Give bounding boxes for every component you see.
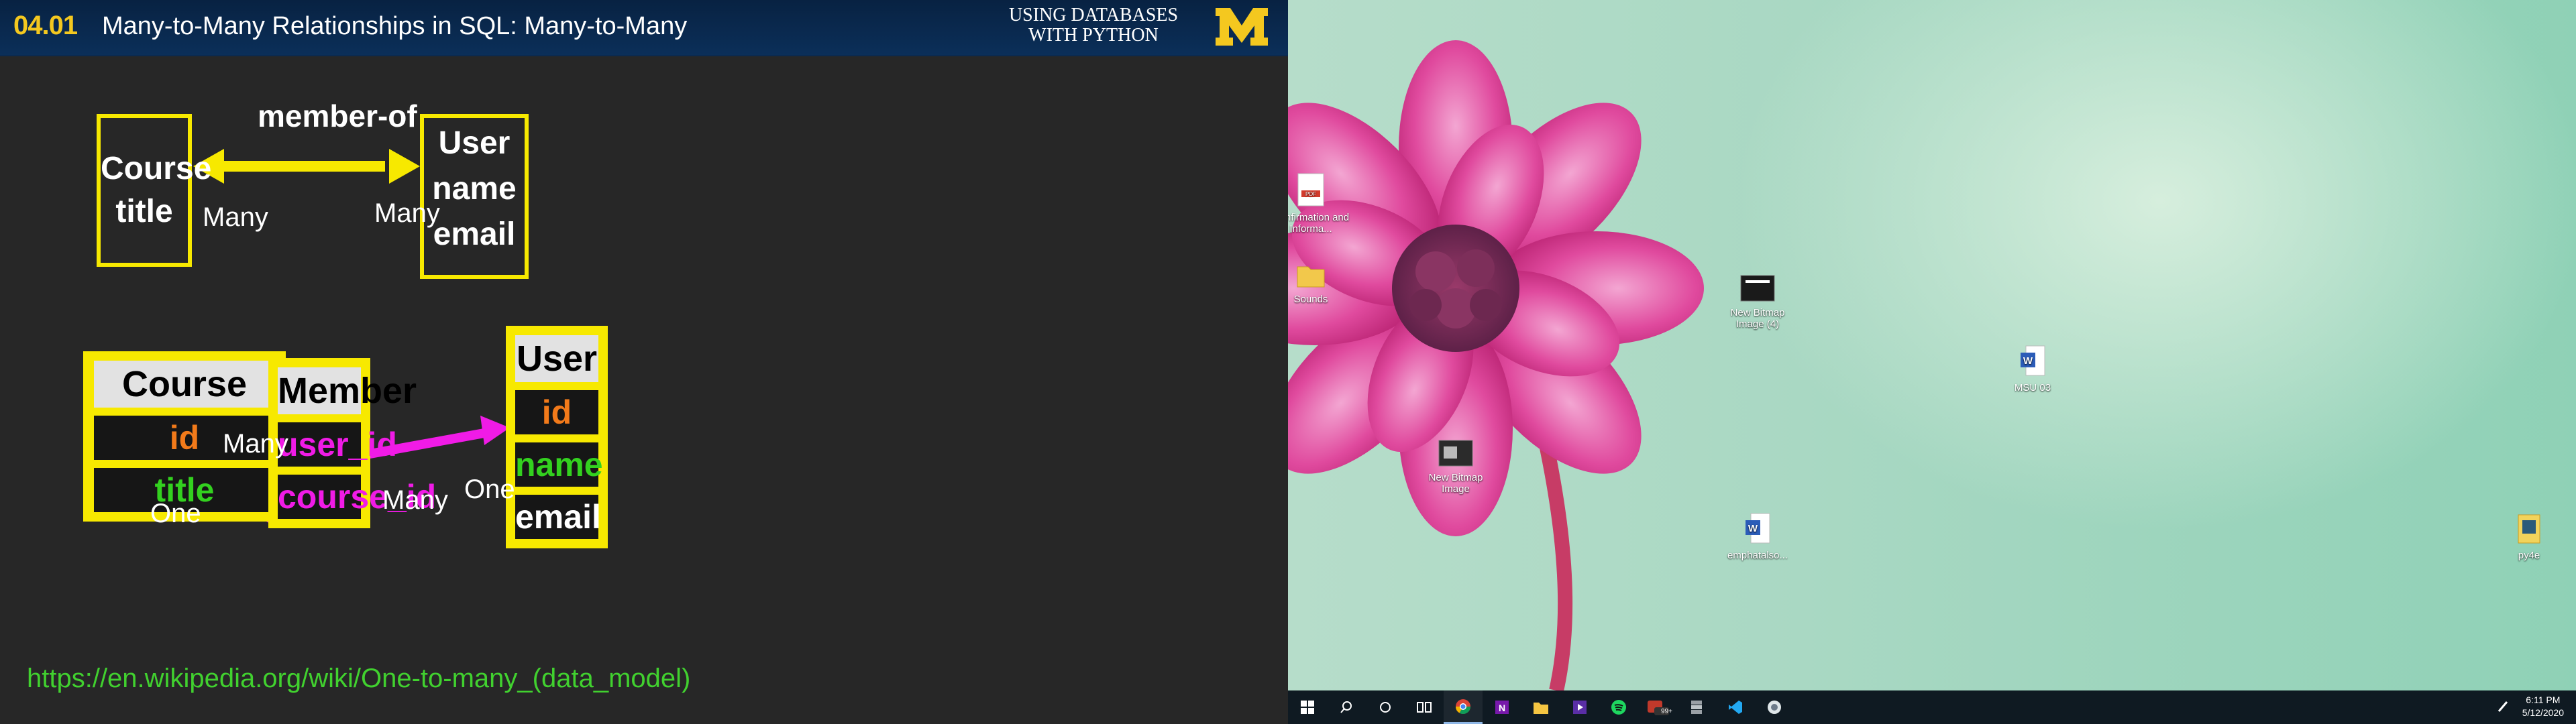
user-table-title: User (515, 335, 598, 382)
desktop-icon-emphatalso[interactable]: W emphatalso... (1717, 512, 1798, 561)
word-doc-icon: W (2021, 345, 2045, 376)
folder-icon (1297, 266, 1325, 288)
pen-workspace-icon[interactable] (2497, 700, 2509, 713)
member-table-title: Member (278, 367, 417, 414)
relation-label: member-of (258, 99, 417, 133)
mail-badge-count: 99+ (1661, 708, 1672, 715)
cortana-icon (1380, 702, 1391, 713)
svg-text:N: N (1499, 703, 1505, 713)
taskbar-spotify[interactable] (1599, 690, 1638, 724)
course-entity-box: Course title (97, 114, 212, 267)
member-user-id-field: user_id (278, 422, 397, 467)
presentation-slide: 04.01 Many-to-Many Relationships in SQL:… (0, 0, 1288, 724)
user-name-field: name (515, 442, 603, 487)
task-view-icon (1417, 702, 1432, 713)
bitmap-icon (1438, 440, 1473, 467)
member-of-arrow (193, 149, 420, 184)
user-email-field: email (515, 495, 601, 539)
bitmap-icon (1740, 275, 1775, 302)
left-cardinality-label: Many (203, 202, 268, 232)
taskbar-chrome[interactable] (1444, 690, 1483, 724)
course-one-label: One (150, 499, 201, 528)
desktop-icon-py4e[interactable]: py4e (2489, 514, 2569, 561)
desktop-icon-label: New Bitmap Image (1428, 472, 1483, 495)
taskbar-archive[interactable] (1677, 690, 1716, 724)
desktop-icon-label: New Bitmap Image (4) (1730, 307, 1785, 330)
clock-date: 5/12/2020 (2522, 707, 2564, 718)
course-entity-name: Course (101, 151, 212, 186)
spotify-icon (1611, 700, 1626, 715)
desktop-icon-msu[interactable]: W MSU 03 (1992, 345, 2073, 394)
svg-text:W: W (2023, 355, 2033, 367)
user-one-label: One (464, 475, 515, 504)
clock-time: 6:11 PM (2526, 695, 2561, 705)
desktop-icon-label: py4e (2518, 550, 2540, 561)
member-course-many-label: Many (223, 429, 288, 459)
start-button[interactable] (1288, 690, 1327, 724)
right-cardinality-label: Many (374, 198, 440, 228)
user-id-field: id (515, 390, 598, 434)
desktop-icon-label: Sounds (1293, 294, 1328, 305)
wikipedia-link[interactable]: https://en.wikipedia.org/wiki/One-to-man… (27, 664, 690, 694)
desktop-icon-confirmation[interactable]: PDF Confirmation and Informa... (1288, 173, 1351, 235)
task-view-button[interactable] (1405, 690, 1444, 724)
member-user-many-label: Many (382, 485, 448, 515)
taskbar-onenote[interactable]: N (1483, 690, 1521, 724)
search-button[interactable] (1327, 690, 1366, 724)
taskbar-misc-app[interactable] (1755, 690, 1794, 724)
pdf-icon: PDF (1297, 173, 1324, 206)
windows-desktop: PDF Confirmation and Informa... Sounds N… (1288, 0, 2576, 724)
course-entity-attr: title (115, 194, 173, 229)
taskbar-file-explorer[interactable] (1521, 690, 1560, 724)
desktop-icon-bitmap[interactable]: New Bitmap Image (1415, 440, 1496, 495)
user-entity-name: User (438, 125, 511, 161)
start-icon (1301, 701, 1314, 714)
desktop-icon-label: Confirmation and Informa... (1288, 212, 1350, 235)
cortana-button[interactable] (1366, 690, 1405, 724)
taskbar: N 99+ 6:11 PM 5/12/2020 (1288, 690, 2576, 724)
word-doc-icon: W (1746, 513, 1770, 544)
user-table: User id name email (506, 326, 608, 548)
desktop-icon-label: emphatalso... (1727, 550, 1788, 561)
svg-text:PDF: PDF (1305, 191, 1316, 197)
taskbar-vscode[interactable] (1716, 690, 1755, 724)
search-icon (1340, 701, 1352, 713)
desktop-icon-sounds[interactable]: Sounds (1288, 261, 1351, 305)
folder-icon (2518, 514, 2540, 544)
archive-icon (1691, 701, 1702, 714)
desktop-icon-bitmap-4[interactable]: New Bitmap Image (4) (1717, 275, 1798, 330)
svg-text:W: W (1748, 523, 1758, 534)
file-explorer-icon (1534, 703, 1548, 714)
desktop-icon-label: MSU 03 (2014, 382, 2051, 394)
member-course-id-field: course_id (278, 475, 436, 519)
misc-app-icon (1768, 701, 1781, 714)
system-clock[interactable]: 6:11 PM 5/12/2020 (2522, 694, 2564, 719)
vscode-icon (1729, 701, 1742, 714)
chrome-icon (1456, 699, 1470, 714)
succulent-wallpaper (1288, 40, 1704, 690)
user-entity-box: User name email (420, 114, 529, 279)
media-app-icon (1573, 701, 1587, 714)
onenote-icon: N (1495, 701, 1509, 714)
taskbar-media-app[interactable] (1560, 690, 1599, 724)
course-table-title: Course (94, 361, 275, 408)
taskbar-mail[interactable]: 99+ (1638, 690, 1677, 724)
